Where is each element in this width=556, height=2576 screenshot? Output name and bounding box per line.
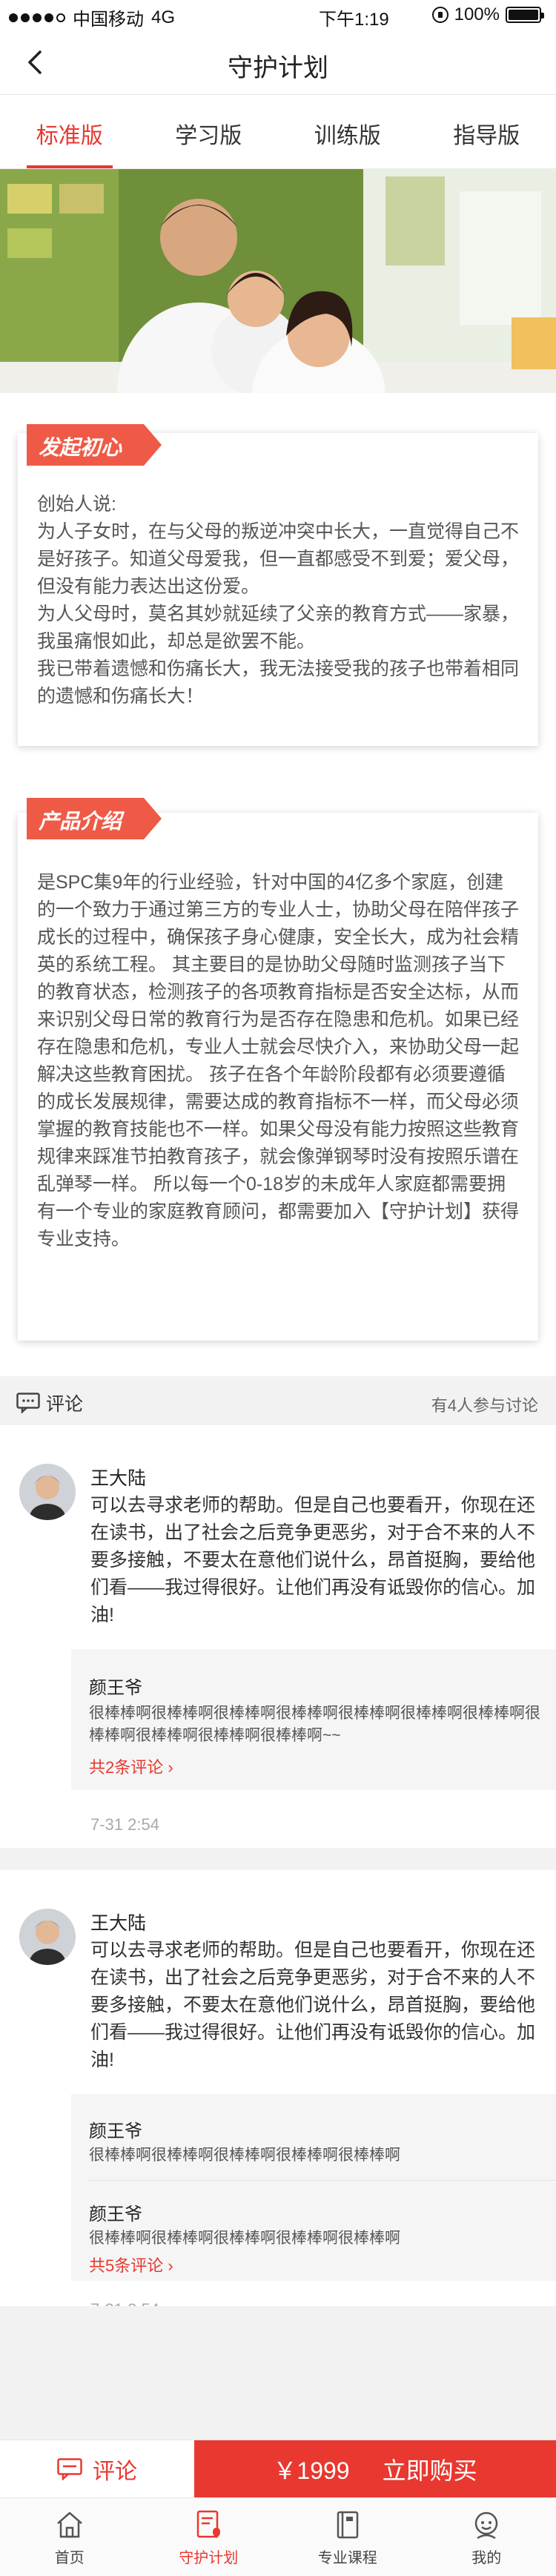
home-icon bbox=[56, 2511, 82, 2538]
product-text: 是SPC集9年的行业经验，针对中国的4亿多个家庭，创建的一个致力于通过第三方的专… bbox=[37, 872, 520, 1249]
comments-header: 评论 有4人参与讨论 bbox=[0, 1376, 556, 1425]
status-left: 中国移动 4G bbox=[9, 4, 175, 30]
tabbar-item-plan[interactable]: 守护计划 bbox=[139, 2498, 279, 2576]
carrier-label: 中国移动 bbox=[73, 10, 144, 30]
status-right: 100% bbox=[431, 4, 544, 25]
reply-author: 颜王爷 bbox=[89, 2205, 142, 2225]
tabbar-item-courses[interactable]: 专业课程 bbox=[278, 2498, 417, 2576]
origin-line: 我已带着遗憾和伤痛长大，我无法接受我的孩子也带着相同的遗憾和伤痛长大！ bbox=[37, 658, 520, 707]
origin-text: 创始人说: 为人子女时，在与父母的叛逆冲突中长大，一直觉得自己不是好孩子。知道父… bbox=[18, 433, 538, 710]
more-replies-label: 共5条评论 bbox=[89, 2256, 164, 2275]
hero-family-photo bbox=[0, 169, 556, 393]
comment-button-label: 评论 bbox=[93, 2460, 137, 2484]
comment-text: 可以去寻求老师的帮助。但是自己也要看开，你现在还在读书，出了社会之后竞争更恶劣，… bbox=[90, 1495, 536, 1625]
more-replies-link[interactable]: 共2条评论 › bbox=[89, 1754, 173, 1778]
product-card: 是SPC集9年的行业经验，针对中国的4亿多个家庭，创建的一个致力于通过第三方的专… bbox=[18, 813, 538, 1341]
reply-author: 颜王爷 bbox=[89, 2121, 142, 2141]
book-icon bbox=[337, 2511, 358, 2539]
reply-text: 很棒棒啊很棒棒啊很棒棒啊很棒棒啊很棒棒啊 bbox=[89, 2230, 400, 2247]
origin-card: 创始人说: 为人子女时，在与父母的叛逆冲突中长大，一直觉得自己不是好孩子。知道父… bbox=[18, 433, 538, 746]
status-time: 下午1:19 bbox=[319, 10, 389, 30]
comments-count: 有4人参与讨论 bbox=[431, 1396, 538, 1415]
tabbar-label: 守护计划 bbox=[179, 2550, 239, 2566]
reply-author: 颜王爷 bbox=[89, 1678, 142, 1698]
purchase-bar: 评论 ￥1999 立即购买 bbox=[0, 2440, 556, 2498]
nav-bar: 守护计划 bbox=[0, 30, 556, 95]
bottom-tab-bar: 首页 守护计划 专业课程 我的 bbox=[0, 2497, 556, 2576]
comment-time: 7-31 2:54 bbox=[90, 1815, 159, 1834]
page-bottom-gap bbox=[0, 2306, 556, 2440]
page-title: 守护计划 bbox=[228, 54, 328, 82]
reply-box: 颜王爷 很棒棒啊很棒棒啊很棒棒啊很棒棒啊很棒棒啊 颜王爷 很棒棒啊很棒棒啊很棒棒… bbox=[71, 2094, 556, 2281]
comment-item: 王大陆 可以去寻求老师的帮助。但是自己也要看开，你现在还在读书，出了社会之后竞争… bbox=[0, 1425, 556, 1848]
tabbar-label: 我的 bbox=[471, 2550, 502, 2566]
buy-now-button[interactable]: ￥1999 立即购买 bbox=[194, 2440, 556, 2498]
status-bar: 中国移动 4G 下午1:19 100% bbox=[0, 0, 556, 30]
rotation-lock-icon bbox=[431, 7, 449, 23]
origin-ribbon: 发起初心 bbox=[27, 424, 162, 466]
origin-line: 为人子女时，在与父母的叛逆冲突中长大，一直觉得自己不是好孩子。知道父母爱我，但一… bbox=[37, 521, 520, 597]
more-replies-label: 共2条评论 bbox=[89, 1758, 164, 1777]
comment-text: 可以去寻求老师的帮助。但是自己也要看开，你现在还在读书，出了社会之后竞争更恶劣，… bbox=[90, 1940, 536, 2070]
battery-percent: 100% bbox=[454, 4, 500, 24]
comment-author: 王大陆 bbox=[90, 1468, 147, 1489]
tabbar-label: 专业课程 bbox=[317, 2550, 377, 2566]
avatar[interactable] bbox=[19, 1909, 76, 1965]
price-label: ￥1999 bbox=[273, 2457, 350, 2484]
more-replies-link[interactable]: 共5条评论 › bbox=[89, 2253, 173, 2276]
reply-text: 很棒棒啊很棒棒啊很棒棒啊很棒棒啊很棒棒啊很棒棒啊很棒棒啊很棒棒啊很棒棒啊很棒棒啊… bbox=[89, 1705, 540, 1744]
network-label: 4G bbox=[151, 7, 176, 27]
comment-separator bbox=[0, 1848, 556, 1870]
comments-title: 评论 bbox=[46, 1394, 84, 1415]
chevron-right-icon: › bbox=[168, 1758, 173, 1777]
tab-guidance[interactable]: 指导版 bbox=[417, 96, 556, 168]
battery-icon bbox=[506, 7, 544, 23]
comment-item: 王大陆 可以去寻求老师的帮助。但是自己也要看开，你现在还在读书，出了社会之后竞争… bbox=[0, 1870, 556, 2319]
avatar[interactable] bbox=[19, 1464, 76, 1520]
tab-study[interactable]: 学习版 bbox=[139, 96, 279, 168]
tab-standard[interactable]: 标准版 bbox=[0, 96, 139, 168]
reply-box: 颜王爷 很棒棒啊很棒棒啊很棒棒啊很棒棒啊很棒棒啊很棒棒啊很棒棒啊很棒棒啊很棒棒啊… bbox=[71, 1649, 556, 1790]
buy-now-label: 立即购买 bbox=[382, 2457, 477, 2484]
reply-divider bbox=[89, 2180, 556, 2181]
plan-icon bbox=[197, 2510, 221, 2538]
tab-training[interactable]: 训练版 bbox=[278, 96, 417, 168]
signal-icon bbox=[9, 13, 65, 22]
tabbar-item-profile[interactable]: 我的 bbox=[417, 2498, 556, 2576]
comment-author: 王大陆 bbox=[90, 1913, 147, 1934]
tabbar-item-home[interactable]: 首页 bbox=[0, 2498, 139, 2576]
origin-line: 创始人说: bbox=[37, 494, 116, 515]
comment-icon bbox=[16, 1393, 40, 1413]
chevron-right-icon: › bbox=[168, 2256, 173, 2275]
comment-icon bbox=[57, 2458, 82, 2480]
product-ribbon: 产品介绍 bbox=[27, 798, 162, 839]
tabbar-label: 首页 bbox=[54, 2550, 85, 2566]
version-tabs: 标准版 学习版 训练版 指导版 bbox=[0, 96, 556, 169]
origin-line: 为人父母时，莫名其妙就延续了父亲的教育方式——家暴，我虽痛恨如此，却总是欲罢不能… bbox=[37, 604, 520, 652]
profile-icon bbox=[475, 2511, 498, 2540]
comment-button[interactable]: 评论 bbox=[0, 2440, 194, 2498]
reply-text: 很棒棒啊很棒棒啊很棒棒啊很棒棒啊很棒棒啊 bbox=[89, 2147, 400, 2164]
